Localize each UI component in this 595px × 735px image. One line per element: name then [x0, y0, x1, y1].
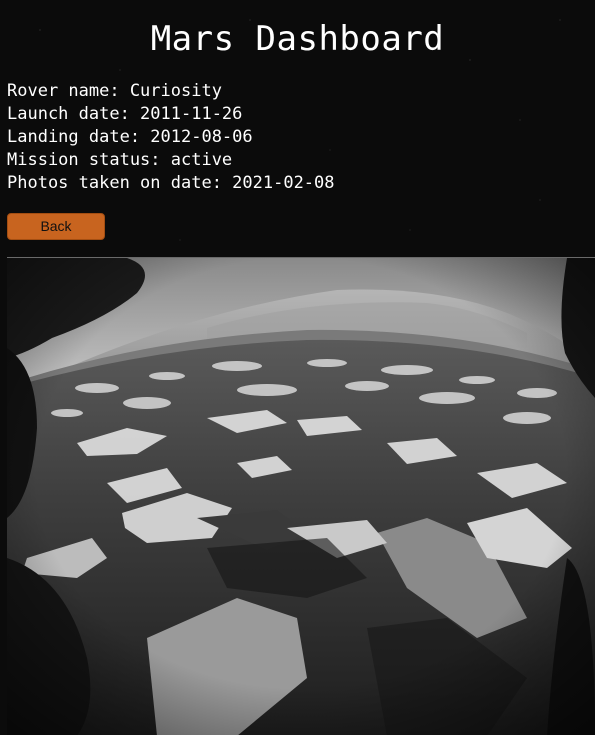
mission-status: Mission status: active — [7, 150, 233, 170]
rover-name: Rover name: Curiosity — [7, 81, 222, 101]
photos-date: Photos taken on date: 2021-02-08 — [7, 173, 335, 193]
landing-date: Landing date: 2012-08-06 — [7, 127, 253, 147]
launch-date: Launch date: 2011-11-26 — [7, 104, 243, 124]
back-button[interactable]: Back — [7, 213, 105, 240]
page-title: Mars Dashboard — [150, 19, 445, 59]
rover-info: Rover name: Curiosity Launch date: 2011-… — [7, 80, 335, 195]
rover-photo — [7, 257, 595, 735]
mars-surface-photo — [7, 258, 595, 735]
